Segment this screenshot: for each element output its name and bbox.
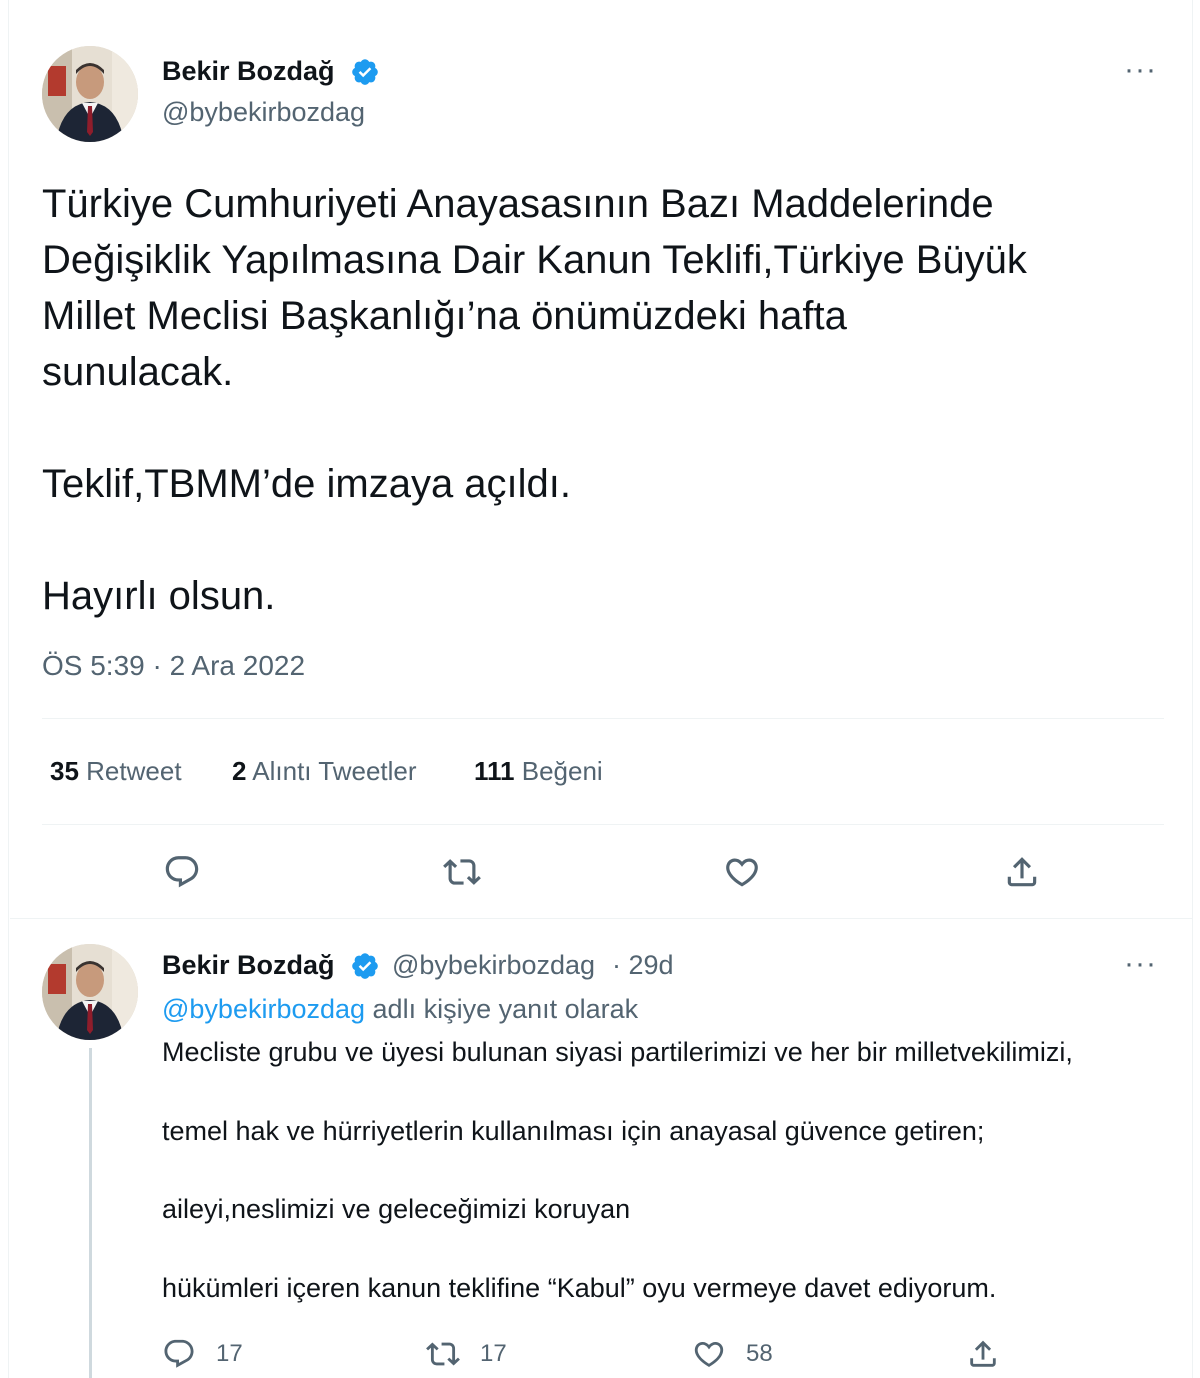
retweets-label: Retweet [86, 756, 182, 786]
reply-button[interactable]: 17 [162, 1337, 243, 1371]
reply-button[interactable] [160, 850, 204, 894]
reply-to-label: adlı kişiye yanıt olarak [365, 994, 639, 1024]
retweet-count: 17 [480, 1340, 507, 1367]
quotes-label: Alıntı Tweetler [252, 756, 417, 786]
tweet-text-line: Millet Meclisi Başkanlığı’na önümüzdeki … [42, 294, 847, 338]
reply-to-mention[interactable]: @bybekirbozdag [162, 994, 365, 1024]
verified-badge-icon [352, 953, 378, 979]
retweets-count: 35 [50, 756, 79, 786]
reply-count: 17 [216, 1340, 243, 1367]
author-handle[interactable]: @bybekirbozdag [162, 97, 365, 128]
reply-text-line: Mecliste grubu ve üyesi bulunan siyasi p… [162, 1037, 1073, 1067]
divider [42, 718, 1164, 719]
like-button[interactable] [720, 850, 764, 894]
reply-icon [165, 856, 199, 888]
tweet-text-line: Türkiye Cumhuriyeti Anayasasının Bazı Ma… [42, 182, 994, 226]
retweet-button[interactable] [440, 850, 484, 894]
share-icon [970, 1340, 996, 1367]
likes-count: 111 [474, 756, 515, 786]
author-handle[interactable]: @bybekirbozdag [392, 950, 595, 981]
tweet-timestamp[interactable]: ÖS 5:39 · 2 Ara 2022 [42, 650, 305, 682]
thread-line [89, 1048, 92, 1378]
retweet-icon [426, 1342, 460, 1366]
like-count: 58 [746, 1340, 773, 1367]
likes-label: Beğeni [521, 756, 603, 786]
avatar-image [42, 944, 138, 1040]
like-icon [694, 1341, 724, 1367]
more-options-icon[interactable]: ··· [1124, 949, 1157, 979]
more-options-icon[interactable]: ··· [1124, 55, 1157, 85]
like-button[interactable]: 58 [692, 1337, 773, 1371]
like-icon [726, 858, 758, 887]
author-name[interactable]: Bekir Bozdağ [162, 950, 335, 981]
reply-icon [164, 1339, 194, 1368]
reply-text-line: aileyi,neslimizi ve geleceğimizi koruyan [162, 1194, 631, 1224]
quotes-stat[interactable]: 2 Alıntı Tweetler [232, 756, 417, 787]
divider [10, 918, 1192, 919]
avatar[interactable] [42, 46, 138, 142]
tweet-text-paragraph: Teklif,TBMM’de imzaya açıldı. [42, 462, 572, 506]
retweet-button[interactable]: 17 [426, 1337, 507, 1371]
tweet-text-line: Değişiklik Yapılmasına Dair Kanun Teklif… [42, 238, 1027, 282]
reply-text-line: temel hak ve hürriyetlerin kullanılması … [162, 1116, 985, 1146]
right-border [1192, 0, 1193, 1378]
reply-text-line: hükümleri içeren kanun teklifine “Kabul”… [162, 1273, 997, 1303]
verified-badge-icon [352, 59, 378, 85]
tweet-text: Türkiye Cumhuriyeti Anayasasının Bazı Ma… [42, 176, 1172, 624]
share-button[interactable] [966, 1337, 1000, 1371]
avatar-image [42, 46, 138, 142]
tweet-text-paragraph: Hayırlı olsun. [42, 574, 276, 618]
left-border [8, 0, 9, 1378]
replying-to: @bybekirbozdag adlı kişiye yanıt olarak [162, 994, 638, 1025]
retweet-icon [443, 859, 481, 885]
quotes-count: 2 [232, 756, 247, 786]
avatar[interactable] [42, 944, 138, 1040]
tweet-text-line: sunulacak. [42, 350, 234, 394]
share-button[interactable] [1000, 850, 1044, 894]
author-name[interactable]: Bekir Bozdağ [162, 56, 335, 87]
retweets-stat[interactable]: 35 Retweet [50, 756, 182, 787]
divider [42, 824, 1164, 825]
share-icon [1007, 857, 1037, 887]
tweet-age[interactable]: · 29d [612, 950, 674, 981]
likes-stat[interactable]: 111 Beğeni [474, 756, 603, 787]
